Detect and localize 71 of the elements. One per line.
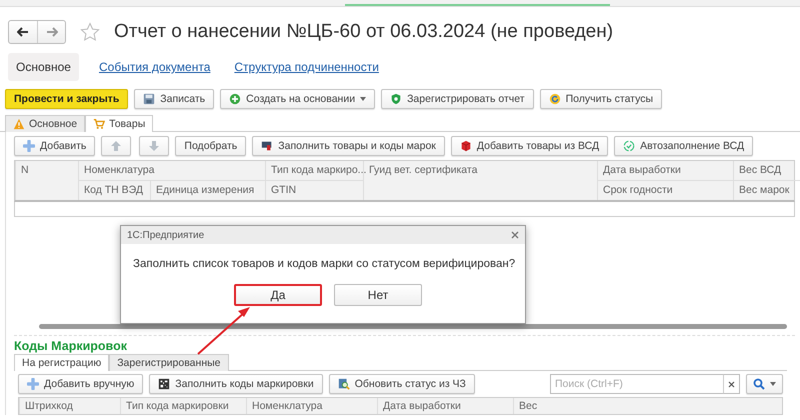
plus-circle-icon [229, 93, 242, 105]
column-header: Тип кода маркиро... [265, 161, 363, 180]
plus-icon [27, 378, 39, 390]
window-title: Отчет о нанесении №ЦБ-60 от 06.03.2024 (не проведен) [114, 21, 614, 43]
toolbar-button[interactable]: Записать [134, 89, 214, 109]
tab[interactable]: На регистрацию [14, 354, 110, 371]
toolbar-button[interactable]: Создать на основании [220, 89, 376, 109]
nav-link[interactable]: Основное [8, 53, 79, 81]
search-button[interactable] [746, 374, 783, 394]
dialog-button[interactable]: Нет [334, 284, 422, 306]
section-title: Коды Маркировок [13, 338, 128, 354]
nav-link[interactable]: Структура подчиненности [230, 55, 383, 79]
search-icon [753, 378, 765, 390]
toolbar-button[interactable]: Подобрать [175, 136, 246, 156]
check-cycle-icon [623, 140, 636, 152]
plus-icon [23, 140, 35, 152]
move-down-button[interactable] [139, 136, 170, 156]
column-header: Тип кода маркировки [120, 398, 246, 414]
toolbar-button[interactable]: Добавить вручную [18, 374, 144, 394]
tab[interactable]: Основное [5, 115, 86, 132]
toolbar-button[interactable]: Получить статусы [540, 89, 662, 109]
nav-link[interactable]: События документа [94, 55, 214, 79]
tab[interactable]: Товары [85, 115, 154, 132]
down-arrow-icon [148, 140, 160, 152]
toolbar-button[interactable]: Зарегистрировать отчет [381, 89, 534, 109]
column-header: Вес марок [733, 180, 800, 200]
column-header: GTIN [265, 180, 363, 200]
annotation-arrow [197, 307, 250, 355]
toolbar-button[interactable]: Добавить [14, 136, 96, 156]
star-icon[interactable] [80, 22, 100, 42]
up-arrow-icon [110, 140, 122, 152]
caret-icon [770, 382, 776, 386]
document-search-icon [338, 378, 350, 390]
cart-icon [93, 118, 106, 130]
toolbar-button[interactable]: Провести и закрыть [5, 89, 128, 109]
search-field[interactable]: Поиск (Ctrl+F) [550, 374, 723, 394]
caret-icon [360, 97, 366, 101]
column-header: Номенклатура [246, 398, 377, 414]
column-header: Вес ВСД [733, 161, 800, 180]
move-up-button[interactable] [101, 136, 132, 156]
toolbar-button[interactable]: Обновить статус из ЧЗ [328, 374, 475, 394]
column-header: Единица измерения [150, 180, 265, 200]
qr-code-icon [158, 378, 170, 390]
warning-icon [13, 118, 25, 130]
close-icon[interactable] [511, 231, 519, 239]
right-arrow-icon [46, 27, 58, 37]
column-header: Код ТН ВЭД [78, 180, 150, 200]
toolbar-button[interactable]: Заполнить коды маркировки [149, 374, 323, 394]
shield-icon [390, 93, 402, 105]
toolbar-button[interactable]: Заполнить товары и коды марок [252, 136, 445, 156]
column-header: N [15, 161, 78, 200]
column-header: Срок годности [597, 180, 733, 200]
clear-icon[interactable] [728, 380, 735, 388]
cube-icon [460, 140, 472, 152]
column-header: Номенклатура [78, 161, 265, 180]
tab[interactable]: Зарегистрированные [109, 354, 229, 371]
refresh-icon [548, 93, 561, 105]
clear-button[interactable] [723, 374, 740, 394]
column-header: Вес [513, 398, 764, 414]
left-arrow-icon [17, 27, 29, 37]
toolbar-button[interactable]: Автозаполнение ВСД [614, 136, 754, 156]
scanner-icon [261, 140, 274, 152]
column-header: Дата выработки [377, 398, 513, 414]
dialog-message: Заполнить список товаров и кодов марки со статусом верифицирован? [132, 257, 516, 272]
column-header: Штрихкод [19, 398, 120, 414]
dialog-button[interactable]: Да [234, 284, 322, 306]
column-header: Дата выработки [597, 161, 733, 180]
toolbar-button[interactable]: Добавить товары из ВСД [450, 136, 608, 156]
dialog-title: 1С:Предприятие [127, 230, 204, 240]
table-row[interactable] [14, 202, 795, 217]
scrollbar[interactable] [39, 324, 787, 329]
